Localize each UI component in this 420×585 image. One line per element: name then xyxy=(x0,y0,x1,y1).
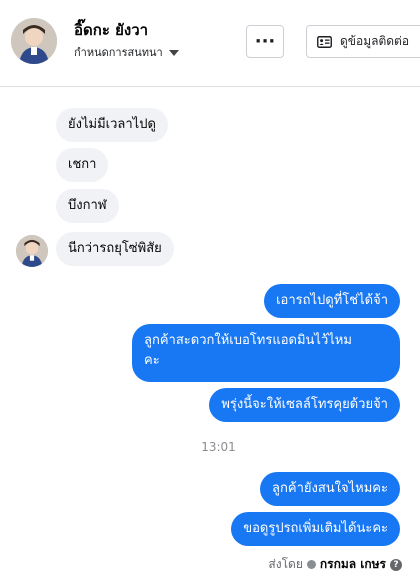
message-outgoing-multiline[interactable]: ลูกค้าสะดวกให้เบอโทรแอดมินไว้ไหม คะ xyxy=(132,324,400,382)
message-outgoing[interactable]: ขอดูรูปรถเพิ่มเติมได้นะคะ xyxy=(231,512,400,546)
message-outgoing[interactable]: พรุ่งนี้จะให้เซลล์โทรคุยด้วยจ้า xyxy=(209,388,400,422)
message-incoming[interactable]: เชกา xyxy=(56,148,109,182)
contact-name: อิ๊ดกะ ยังวา xyxy=(74,21,149,39)
view-contact-button[interactable]: ดูข้อมูลติดต่อ xyxy=(306,25,420,58)
message-incoming[interactable]: บึงกาฬ xyxy=(56,189,119,223)
message-incoming[interactable]: ยังไม่มีเวลาไปดู xyxy=(56,108,168,142)
view-contact-label: ดูข้อมูลติดต่อ xyxy=(340,34,410,48)
contact-card-icon xyxy=(317,35,332,48)
message-timestamp: 13:01 xyxy=(201,440,236,454)
help-icon[interactable]: ? xyxy=(390,558,402,571)
message-line: ลูกค้าสะดวกให้เบอโทรแอดมินไว้ไหม xyxy=(144,333,352,348)
conversation-settings-label: กำหนดการสนทนา xyxy=(74,46,163,59)
avatar-image xyxy=(11,18,57,64)
avatar[interactable] xyxy=(11,18,57,64)
message-outgoing[interactable]: เอารถไปดูที่โช่ได้จ้า xyxy=(264,284,400,318)
sender-avatar xyxy=(16,235,48,267)
conversation-header: อิ๊ดกะ ยังวา กำหนดการสนทนา ··· ดูข้อมูลต… xyxy=(0,0,420,87)
more-options-button[interactable]: ··· xyxy=(246,25,284,58)
sent-by-prefix: ส่งโดย xyxy=(268,557,303,571)
sender-name[interactable]: กรกมล เกษร xyxy=(320,555,386,574)
message-line: คะ xyxy=(144,353,160,368)
conversation-settings[interactable]: กำหนดการสนทนา xyxy=(74,43,179,61)
caret-down-icon xyxy=(168,49,179,56)
more-icon: ··· xyxy=(254,31,276,52)
sender-avatar-image xyxy=(16,235,48,267)
sent-by-row: ส่งโดย กรกมล เกษร ? xyxy=(268,555,402,574)
sender-dot-icon xyxy=(306,560,316,569)
message-outgoing[interactable]: ลูกค้ายังสนใจไหมคะ xyxy=(260,472,400,506)
message-incoming[interactable]: นีกว่ารถยุโซ่พิสัย xyxy=(56,232,174,266)
